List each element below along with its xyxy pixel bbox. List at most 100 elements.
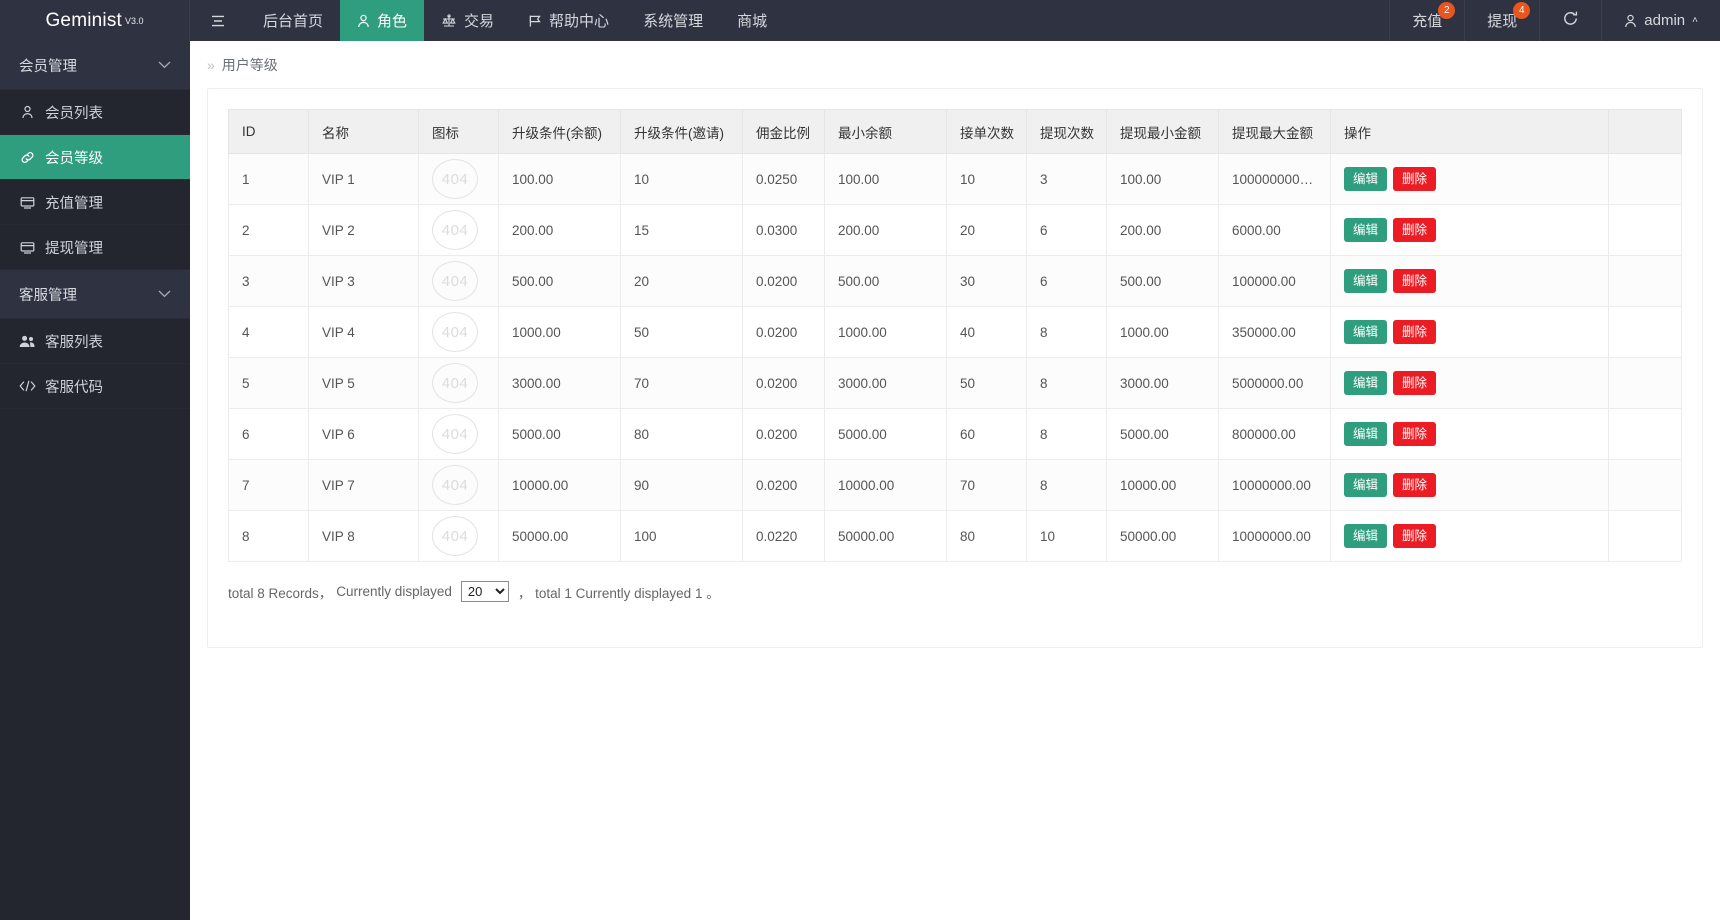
table-row: 7 VIP 7 404 10000.00 90 0.0200 10000.00 70 8 1000…: [228, 459, 1682, 511]
cell-withdraw-max: 800000.00: [1218, 408, 1331, 460]
chevron-up-icon: ˄: [1692, 15, 1698, 26]
page-body: ID 名称 图标 升级条件(余额) 升级条件(邀请) 佣金比例 最小余额 接单次…: [190, 88, 1720, 648]
breadcrumb-arrow-icon: »: [207, 56, 215, 73]
image-placeholder-404: 404: [432, 261, 478, 301]
sidebar-item-withdraw-mgmt[interactable]: 提现管理: [0, 225, 190, 270]
main-content: » 用户等级 ID 名称 图标 升级条件(余额) 升级条件(邀请) 佣金比例 最…: [190, 41, 1720, 920]
admin-page: Geminist V3.0 后台首页 角色 交易 帮助中心 系统管理 商城 充值…: [0, 0, 1720, 920]
cell-withdraw-min: 5000.00: [1106, 408, 1219, 460]
cell-order-count: 50: [946, 357, 1027, 409]
sidebar-group-member[interactable]: 会员管理: [0, 41, 190, 90]
cell-name: VIP 2: [308, 204, 419, 256]
nav-item-role[interactable]: 角色: [340, 0, 425, 41]
cell-commission: 0.0200: [742, 408, 825, 460]
sidebar-item-label: 充值管理: [45, 195, 103, 212]
refresh-button[interactable]: [1539, 0, 1601, 41]
person-icon: [19, 105, 36, 119]
cell-id: 1: [228, 153, 309, 205]
delete-button[interactable]: 删除: [1393, 472, 1437, 498]
cell-icon: 404: [418, 357, 499, 409]
cell-withdraw-count: 8: [1026, 459, 1107, 511]
nav-item-shop[interactable]: 商城: [720, 0, 784, 41]
col-upgrade-invite: 升级条件(邀请): [620, 109, 743, 154]
cell-upgrade-balance: 50000.00: [498, 510, 621, 562]
cell-commission: 0.0300: [742, 204, 825, 256]
user-menu-button[interactable]: admin ˄: [1601, 0, 1720, 41]
sidebar-item-member-list[interactable]: 会员列表: [0, 90, 190, 135]
cell-order-count: 20: [946, 204, 1027, 256]
nav-label: 角色: [377, 13, 408, 30]
edit-button[interactable]: 编辑: [1344, 268, 1388, 294]
delete-button[interactable]: 删除: [1393, 421, 1437, 447]
delete-button[interactable]: 删除: [1393, 217, 1437, 243]
col-order-count: 接单次数: [946, 109, 1027, 154]
page-size-select[interactable]: 2050100: [460, 581, 509, 602]
cell-order-count: 10: [946, 153, 1027, 205]
cell-id: 3: [228, 255, 309, 307]
withdraw-button[interactable]: 提现 4: [1464, 0, 1539, 41]
cell-min-balance: 10000.00: [824, 459, 947, 511]
cell-filler: [1608, 306, 1682, 358]
cell-withdraw-max: 1000000000…: [1218, 153, 1331, 205]
cell-upgrade-balance: 10000.00: [498, 459, 621, 511]
table-row: 5 VIP 5 404 3000.00 70 0.0200 3000.00 50 8 3000.0…: [228, 357, 1682, 409]
image-placeholder-404: 404: [432, 516, 478, 556]
edit-button[interactable]: 编辑: [1344, 370, 1388, 396]
cell-withdraw-min: 10000.00: [1106, 459, 1219, 511]
cell-withdraw-count: 3: [1026, 153, 1107, 205]
cell-commission: 0.0200: [742, 459, 825, 511]
main-nav: 后台首页 角色 交易 帮助中心 系统管理 商城: [190, 0, 784, 41]
sidebar-item-member-level[interactable]: 会员等级: [0, 135, 190, 180]
cell-name: VIP 1: [308, 153, 419, 205]
recharge-button[interactable]: 充值 2: [1389, 0, 1464, 41]
edit-button[interactable]: 编辑: [1344, 217, 1388, 243]
edit-button[interactable]: 编辑: [1344, 421, 1388, 447]
hamburger-menu-button[interactable]: [190, 0, 246, 41]
cell-min-balance: 5000.00: [824, 408, 947, 460]
cell-min-balance: 500.00: [824, 255, 947, 307]
total-records-label: total 8 Records，: [228, 585, 333, 601]
breadcrumb-current: 用户等级: [221, 56, 278, 73]
brand-logo[interactable]: Geminist V3.0: [0, 0, 190, 41]
nav-item-system[interactable]: 系统管理: [626, 0, 720, 41]
cell-upgrade-balance: 200.00: [498, 204, 621, 256]
cell-name: VIP 4: [308, 306, 419, 358]
edit-button[interactable]: 编辑: [1344, 319, 1388, 345]
cell-upgrade-balance: 500.00: [498, 255, 621, 307]
delete-button[interactable]: 删除: [1393, 268, 1437, 294]
chevron-down-icon: [158, 287, 171, 301]
cell-withdraw-count: 6: [1026, 255, 1107, 307]
delete-button[interactable]: 删除: [1393, 523, 1437, 549]
col-withdraw-count: 提现次数: [1026, 109, 1107, 154]
cell-id: 2: [228, 204, 309, 256]
cell-upgrade-invite: 50: [620, 306, 743, 358]
table-head: ID 名称 图标 升级条件(余额) 升级条件(邀请) 佣金比例 最小余额 接单次…: [228, 109, 1682, 154]
nav-item-help[interactable]: 帮助中心: [511, 0, 626, 41]
table-row: 4 VIP 4 404 1000.00 50 0.0200 1000.00 40 8 1000.0…: [228, 306, 1682, 358]
header-spacer: [784, 0, 1389, 41]
sidebar-group-support[interactable]: 客服管理: [0, 270, 190, 319]
code-icon: [19, 380, 36, 392]
delete-button[interactable]: 删除: [1393, 319, 1437, 345]
delete-button[interactable]: 删除: [1393, 166, 1437, 192]
nav-label: 交易: [464, 13, 495, 30]
cell-order-count: 80: [946, 510, 1027, 562]
cell-upgrade-invite: 90: [620, 459, 743, 511]
cell-filler: [1608, 255, 1682, 307]
cell-upgrade-invite: 100: [620, 510, 743, 562]
sidebar-item-support-list[interactable]: 客服列表: [0, 319, 190, 364]
withdraw-badge: 4: [1513, 2, 1531, 19]
edit-button[interactable]: 编辑: [1344, 523, 1388, 549]
sidebar-item-recharge-mgmt[interactable]: 充值管理: [0, 180, 190, 225]
cell-filler: [1608, 459, 1682, 511]
delete-button[interactable]: 删除: [1393, 370, 1437, 396]
col-withdraw-max: 提现最大金额: [1218, 109, 1331, 154]
edit-button[interactable]: 编辑: [1344, 472, 1388, 498]
table-body: 1 VIP 1 404 100.00 10 0.0250 100.00 10 3 100.00 10…: [228, 153, 1682, 562]
image-placeholder-404: 404: [432, 465, 478, 505]
nav-item-trade[interactable]: 交易: [424, 0, 511, 41]
cell-withdraw-min: 500.00: [1106, 255, 1219, 307]
sidebar-item-support-code[interactable]: 客服代码: [0, 364, 190, 409]
nav-item-dashboard[interactable]: 后台首页: [246, 0, 340, 41]
edit-button[interactable]: 编辑: [1344, 166, 1388, 192]
